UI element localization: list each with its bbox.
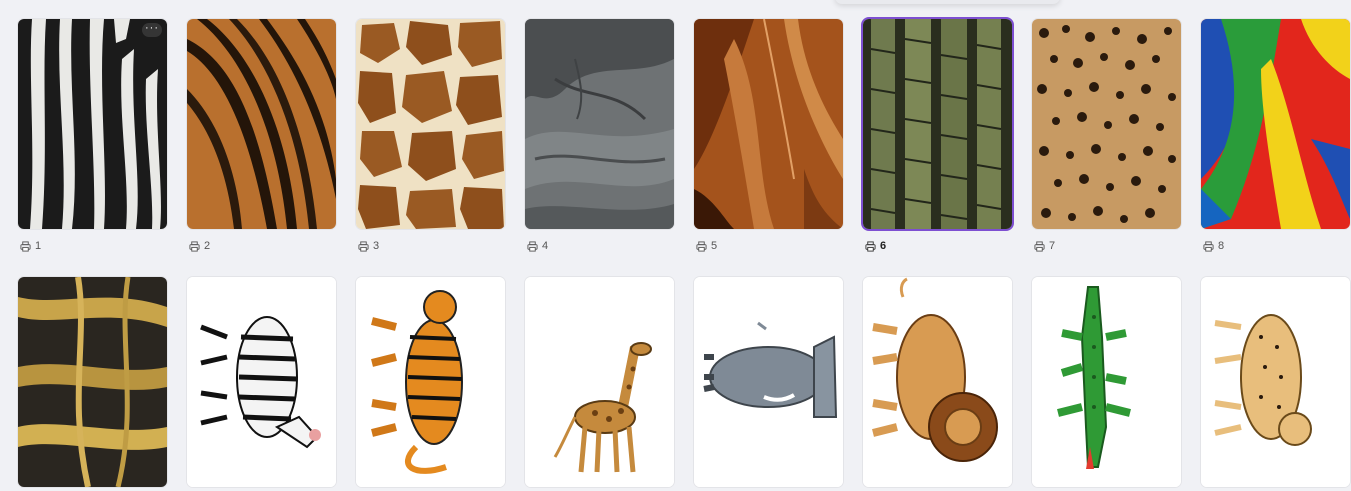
elephant-illustration (694, 277, 843, 487)
zebra-fur-texture (18, 19, 167, 229)
page-thumbnail-10[interactable] (187, 277, 336, 487)
page-thumbnail-6[interactable] (863, 19, 1012, 229)
page-meta-7: 7 (1034, 239, 1055, 253)
cheetah-illustration (1201, 277, 1350, 487)
tortoise-shell-texture (18, 277, 167, 487)
print-icon (865, 240, 876, 252)
page-card-8[interactable]: 8 (1201, 19, 1350, 252)
page-thumbnail-8[interactable] (1201, 19, 1350, 229)
page-card-16[interactable] (1201, 277, 1350, 487)
page-card-1[interactable]: ··· 1 (18, 19, 167, 252)
elephant-skin-texture (525, 19, 674, 229)
page-number-label: 2 (204, 240, 211, 252)
page-number-label: 4 (542, 240, 549, 252)
page-number-label: 8 (1218, 240, 1225, 252)
page-meta-8: 8 (1203, 239, 1224, 253)
tiger-illustration (356, 277, 505, 487)
page-thumbnail-9[interactable] (18, 277, 167, 487)
page-meta-1: 1 (20, 239, 41, 253)
page-card-12[interactable] (525, 277, 674, 487)
print-icon (20, 240, 31, 252)
page-number-label: 5 (711, 240, 718, 252)
page-thumbnail-1[interactable]: ··· (18, 19, 167, 229)
print-icon (527, 240, 538, 252)
page-meta-6: 6 (865, 239, 886, 253)
page-thumbnail-3[interactable] (356, 19, 505, 229)
tooltip-edge (835, 0, 1060, 4)
page-thumbnail-5[interactable] (694, 19, 843, 229)
page-card-9[interactable] (18, 277, 167, 487)
crocodile-illustration (1032, 277, 1181, 487)
page-number-label: 1 (35, 240, 42, 252)
page-thumbnail-4[interactable] (525, 19, 674, 229)
page-thumbnail-14[interactable] (863, 277, 1012, 487)
page-card-14[interactable] (863, 277, 1012, 487)
page-card-4[interactable]: 4 (525, 19, 674, 252)
print-icon (696, 240, 707, 252)
page-card-15[interactable] (1032, 277, 1181, 487)
crocodile-skin-texture (863, 19, 1012, 229)
page-number-label: 3 (373, 240, 380, 252)
page-thumbnail-12[interactable] (525, 277, 674, 487)
print-icon (1203, 240, 1214, 252)
lion-mane-texture (694, 19, 843, 229)
tiger-fur-texture (187, 19, 336, 229)
page-meta-5: 5 (696, 239, 717, 253)
page-thumbnail-11[interactable] (356, 277, 505, 487)
page-card-7[interactable]: 7 (1032, 19, 1181, 252)
giraffe-pattern-texture (356, 19, 505, 229)
page-meta-3: 3 (358, 239, 379, 253)
page-thumbnail-7[interactable] (1032, 19, 1181, 229)
leopard-spots-texture (1032, 19, 1181, 229)
page-card-3[interactable]: 3 (356, 19, 505, 252)
page-thumbnail-13[interactable] (694, 277, 843, 487)
page-card-6[interactable]: 6 (863, 19, 1012, 252)
print-icon (358, 240, 369, 252)
page-card-11[interactable] (356, 277, 505, 487)
page-number-label: 7 (1049, 240, 1056, 252)
lion-illustration (863, 277, 1012, 487)
page-card-13[interactable] (694, 277, 843, 487)
giraffe-illustration (525, 277, 674, 487)
page-thumbnail-grid: ··· 1 2 3 4 5 6 7 8 (0, 0, 1351, 491)
zebra-illustration (187, 277, 336, 487)
page-card-10[interactable] (187, 277, 336, 487)
more-options-icon[interactable]: ··· (142, 23, 162, 37)
page-thumbnail-15[interactable] (1032, 277, 1181, 487)
page-card-5[interactable]: 5 (694, 19, 843, 252)
page-meta-4: 4 (527, 239, 548, 253)
print-icon (189, 240, 200, 252)
page-meta-2: 2 (189, 239, 210, 253)
page-card-2[interactable]: 2 (187, 19, 336, 252)
page-thumbnail-16[interactable] (1201, 277, 1350, 487)
print-icon (1034, 240, 1045, 252)
parrot-feathers-texture (1201, 19, 1350, 229)
page-thumbnail-2[interactable] (187, 19, 336, 229)
page-number-label: 6 (880, 240, 887, 252)
